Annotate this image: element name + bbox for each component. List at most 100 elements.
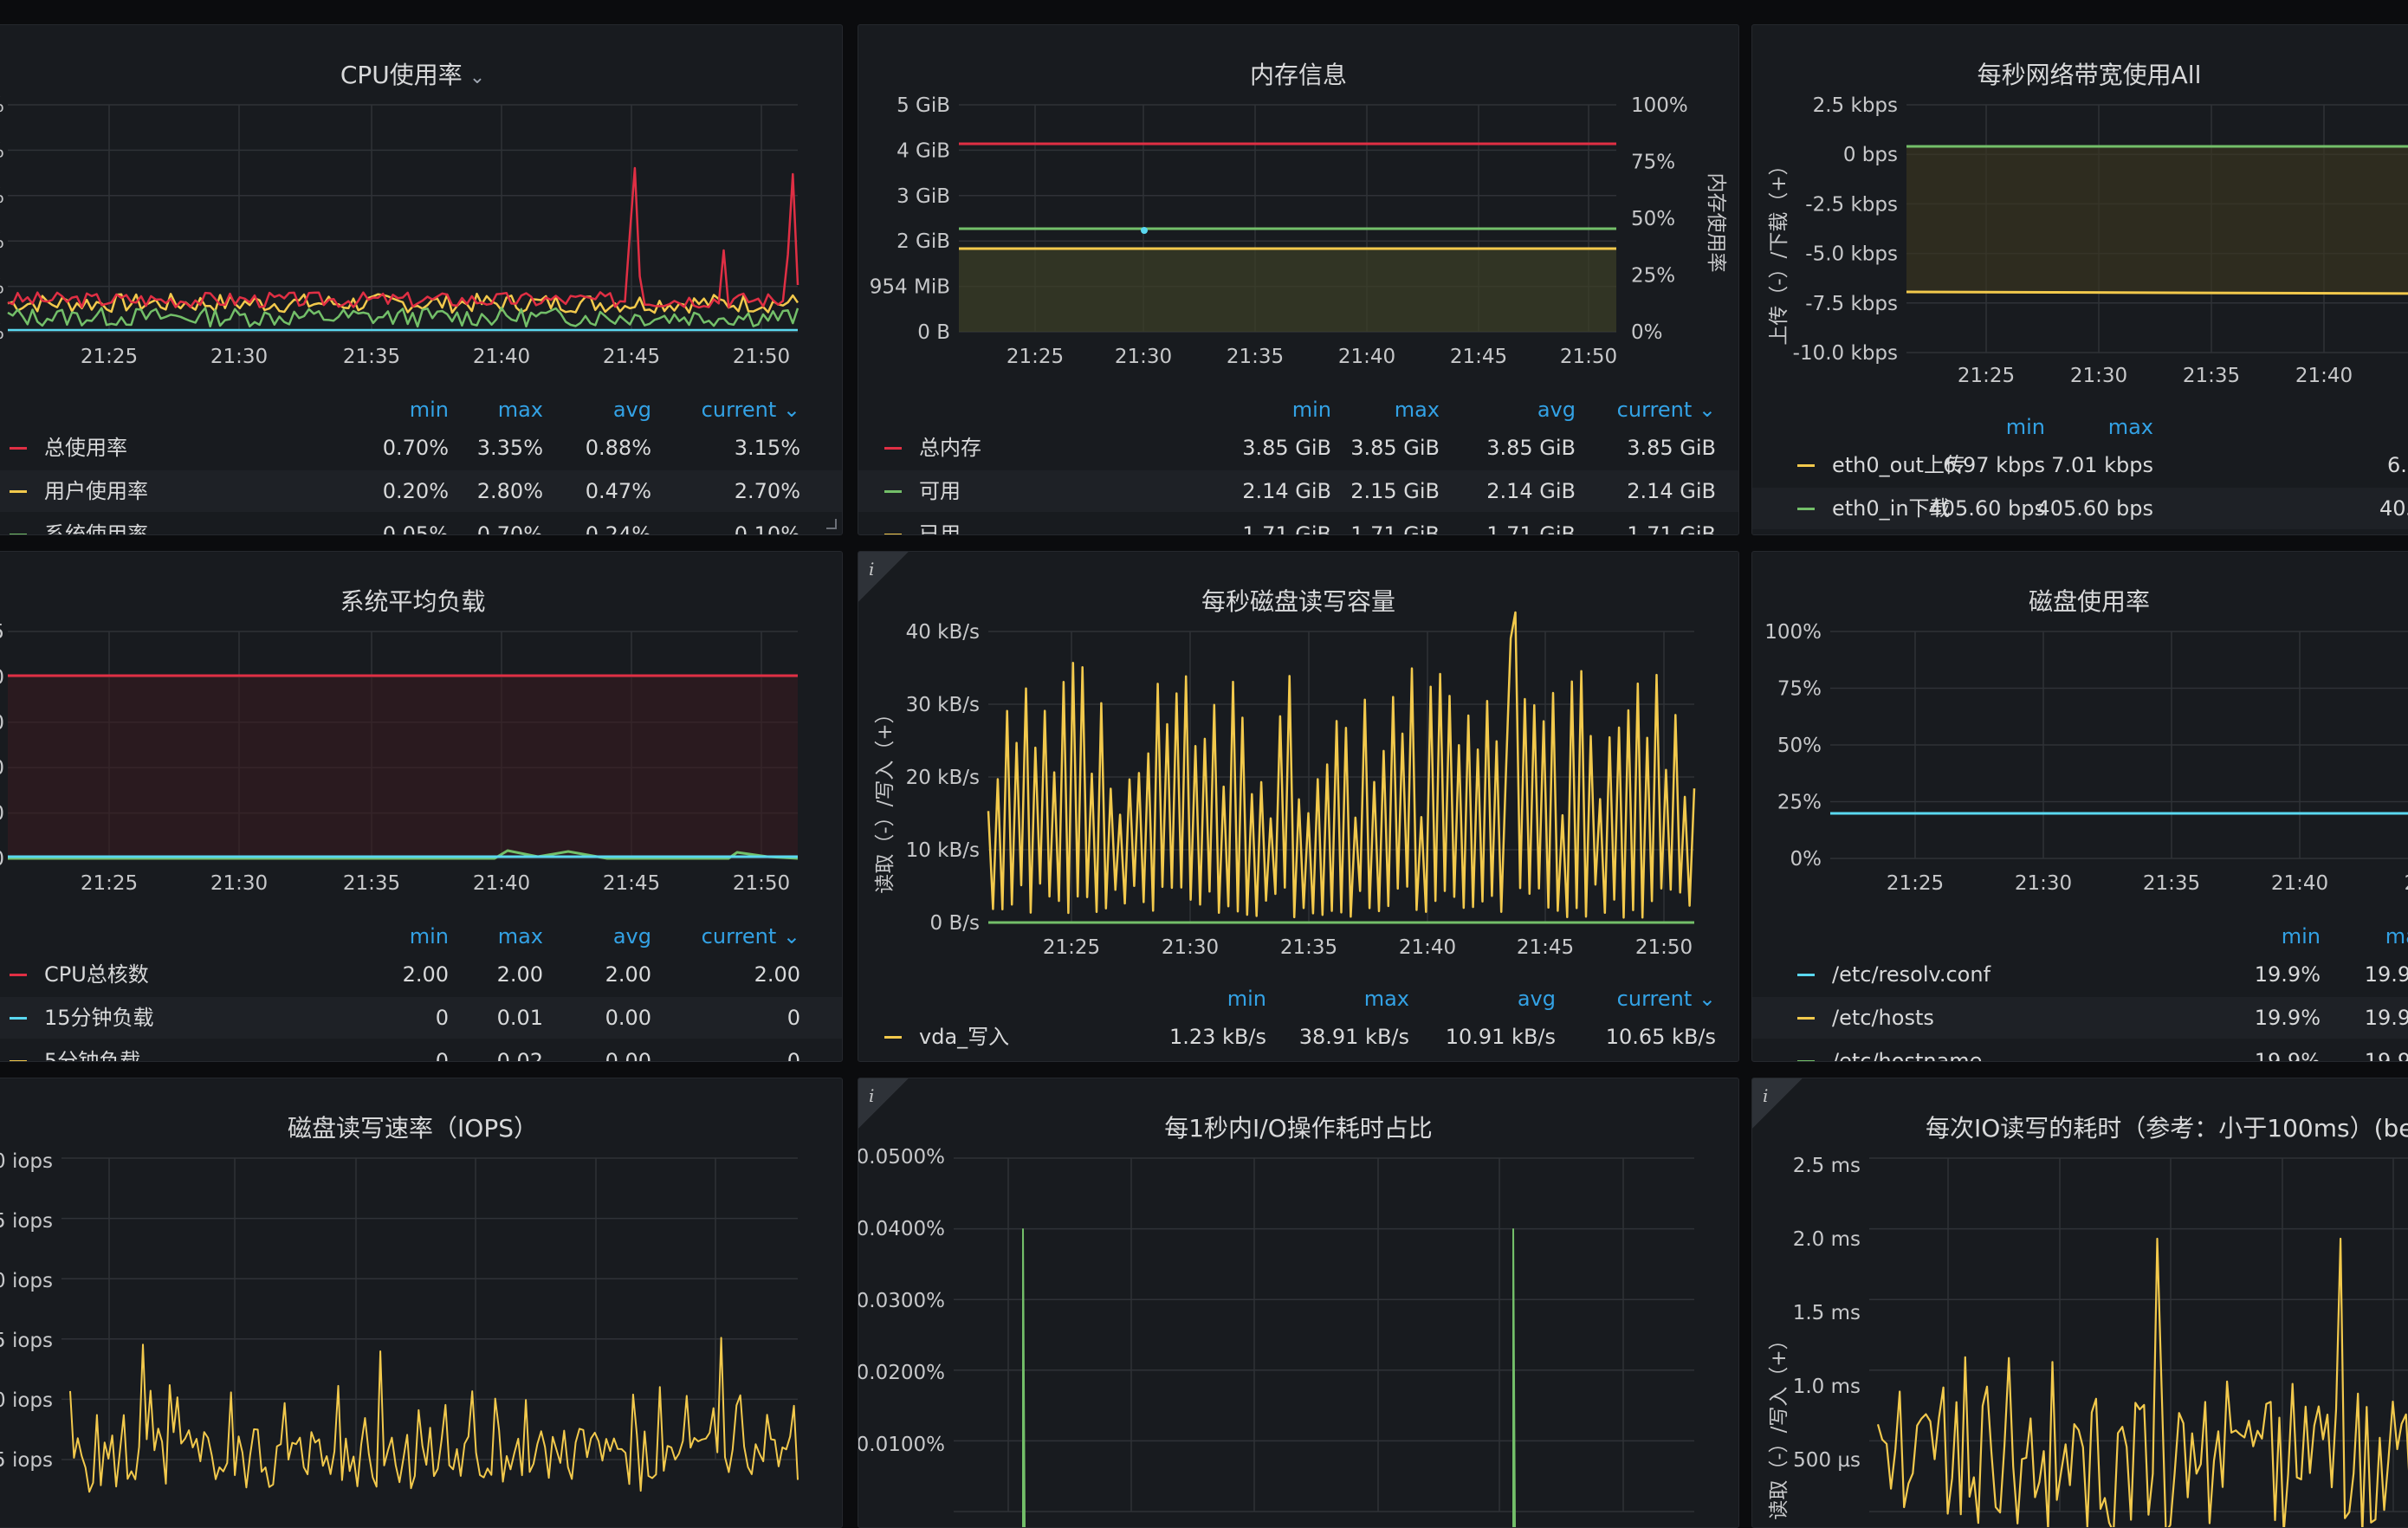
y2-tick-label: 100% xyxy=(1631,94,1688,117)
panel-io-time[interactable]: i 每1秒内I/O操作耗时占比 0.0100% 0.0200% 0.0300% 0.0… xyxy=(858,1078,1739,1528)
y-tick-label: 40 kB/s xyxy=(906,621,980,644)
legend-header-avg[interactable]: avg xyxy=(1537,389,1576,431)
panel-iops[interactable]: 磁盘读写速率（IOPS） 0.5 iops1.0 iops1.5 iops2.0… xyxy=(0,1078,843,1528)
x-tick-label: 21:35 xyxy=(1227,346,1284,368)
series-name[interactable]: vda_写入 xyxy=(919,1016,1009,1058)
legend-row[interactable]: vda_写入 1.23 kB/s 38.91 kB/s 10.91 kB/s 10.65… xyxy=(858,1016,1738,1058)
legend-row[interactable]: 总使用率 0.70% 3.35% 0.88% 3.15% xyxy=(0,427,842,469)
legend-header-current[interactable]: current ⌄ xyxy=(1617,389,1716,431)
series-name[interactable]: /etc/hosts xyxy=(1832,997,1934,1039)
legend-row[interactable]: /etc/hostname 19.9% 19.9% xyxy=(1752,1040,2408,1061)
y2-tick-label: 50% xyxy=(1631,208,1675,230)
series-swatch xyxy=(1797,464,1815,467)
panel-load-average[interactable]: 系统平均负载 00000521:2521:3021:3521:4021:4521… xyxy=(0,551,843,1062)
legend-header: min max avg current ⌄ xyxy=(0,389,842,431)
legend-row[interactable]: 5分钟负载 0 0.02 0.00 0 xyxy=(0,1040,842,1062)
legend-row[interactable]: /etc/hosts 19.9% 19.9% xyxy=(1752,997,2408,1039)
series-name[interactable]: 系统使用率 xyxy=(44,514,148,534)
legend-header-avg[interactable]: avg xyxy=(613,389,651,431)
panel-network[interactable]: 每秒网络带宽使用All -10.0 kbps -7.5 kbps -5.0 kbps… xyxy=(1751,24,2408,535)
legend-row[interactable]: 总内存 3.85 GiB 3.85 GiB 3.85 GiB 3.85 GiB xyxy=(858,427,1738,469)
legend-header-min[interactable]: min xyxy=(410,389,449,431)
panel-io-latency[interactable]: i 每次IO读写的耗时（参考：小于100ms）(bet 500 µs 1.0 ms… xyxy=(1751,1078,2408,1528)
x-tick-label: 21:50 xyxy=(1635,936,1693,959)
series-avg: 2.00 xyxy=(605,962,651,987)
legend-row[interactable]: /etc/resolv.conf 19.9% 19.9% xyxy=(1752,954,2408,995)
panel-disk-bytes[interactable]: i 每秒磁盘读写容量 0 B/s 10 kB/s 20 kB/s 30 kB/s 40 … xyxy=(858,551,1739,1062)
series-min: 6.97 kbps xyxy=(1943,453,2045,477)
legend-header-current[interactable]: current ⌄ xyxy=(702,389,800,431)
legend-row[interactable]: 系统使用率 0.05% 0.70% 0.24% 0.10% xyxy=(0,514,842,535)
legend-header-min[interactable]: min xyxy=(2282,916,2321,957)
legend-header-min[interactable]: min xyxy=(2006,406,2045,448)
series-avg: 405.60 xyxy=(2379,496,2408,521)
legend-row[interactable]: 可用 2.14 GiB 2.15 GiB 2.14 GiB 2.14 GiB xyxy=(858,470,1738,512)
y-tick-label: 0.0100% xyxy=(858,1434,945,1456)
legend-header: min max avg current ⌄ xyxy=(858,389,1738,431)
legend-header-current[interactable]: current ⌄ xyxy=(702,916,800,957)
series-swatch xyxy=(884,1036,902,1039)
series-current: 2.70% xyxy=(734,479,800,503)
legend-row[interactable]: 15分钟负载 0 0.01 0.00 0 xyxy=(0,997,842,1039)
legend-header-max[interactable]: max xyxy=(2108,406,2153,448)
series-name[interactable]: CPU总核数 xyxy=(44,954,149,995)
legend-row[interactable]: CPU总核数 2.00 2.00 2.00 2.00 xyxy=(0,954,842,995)
legend-row[interactable]: eth0_out上传6.97 kbps7.01 kbps6.99 k xyxy=(1752,444,2408,486)
series-name[interactable]: 15分钟负载 xyxy=(44,997,154,1039)
series-min: 0.05% xyxy=(382,522,449,535)
x-tick-label: 21:30 xyxy=(210,872,268,895)
legend-row[interactable]: 已用 1.71 GiB 1.71 GiB 1.71 GiB 1.71 GiB xyxy=(858,514,1738,534)
series-min: 19.9% xyxy=(2254,1006,2321,1030)
series-name[interactable]: 5分钟负载 xyxy=(44,1040,140,1061)
legend-row[interactable]: eth0_in下载405.60 bps405.60 bps405.60 xyxy=(1752,488,2408,529)
series-min: 0 xyxy=(435,1049,449,1062)
legend-header-min[interactable]: min xyxy=(1292,389,1331,431)
legend-header-max[interactable]: max xyxy=(498,389,543,431)
series-name[interactable]: /etc/hostname xyxy=(1832,1040,1982,1061)
series-swatch xyxy=(10,1060,27,1061)
series-name[interactable]: 用户使用率 xyxy=(44,470,148,512)
y-tick-label: % xyxy=(0,185,4,208)
series-line-latency xyxy=(1876,1237,2408,1527)
y-tick-label: -10.0 kbps xyxy=(1793,342,1898,365)
series-name[interactable]: 可用 xyxy=(919,470,961,512)
y-tick-label: 500 µs xyxy=(1793,1449,1861,1472)
legend-header-avg[interactable]: avg xyxy=(1518,978,1556,1020)
series-name[interactable]: 已用 xyxy=(919,514,961,534)
y-tick-label: 2.5 kbps xyxy=(1813,94,1898,117)
panel-cpu-usage[interactable]: CPU使用率⌄ %%%%%%21:2521:3021:3521:4021:452… xyxy=(0,24,843,535)
series-name[interactable]: 总使用率 xyxy=(44,427,127,469)
series-max: 38.91 kB/s xyxy=(1298,1025,1409,1049)
io-latency-chart[interactable]: 500 µs 1.0 ms 1.5 ms 2.0 ms 2.5 ms 读取（-）/写入（+… xyxy=(1752,1078,2408,1528)
panel-memory[interactable]: 内存信息 0 B 954 MiB 2 GiB 3 GiB 4 GiB 5 GiB 0% 25%… xyxy=(858,24,1739,535)
legend-header: min max xyxy=(1752,916,2408,957)
legend-header-current[interactable]: current ⌄ xyxy=(1617,978,1716,1020)
legend-header-max[interactable]: max xyxy=(498,916,543,957)
x-tick-label: 21:40 xyxy=(2271,872,2328,895)
legend-header-avg[interactable]: avg xyxy=(613,916,651,957)
series-name[interactable]: 总内存 xyxy=(919,427,981,469)
legend-header-max[interactable]: max xyxy=(1364,978,1409,1020)
legend-header-min[interactable]: min xyxy=(1227,978,1266,1020)
x-tick-label: 21:50 xyxy=(733,346,790,368)
y-tick-label: 5 GiB xyxy=(897,94,950,117)
io-time-chart[interactable]: 0.0100% 0.0200% 0.0300% 0.0400% 0.0500% xyxy=(858,1078,1739,1528)
x-tick-label: 21:35 xyxy=(2183,365,2240,387)
x-tick-label: 21:50 xyxy=(733,872,790,895)
legend-header-max[interactable]: max xyxy=(1395,389,1440,431)
resize-handle[interactable] xyxy=(826,519,837,529)
y-tick-label: 0.5 iops xyxy=(0,1449,53,1472)
series-max: 19.9% xyxy=(2364,1006,2408,1030)
series-name[interactable]: /etc/resolv.conf xyxy=(1832,954,1990,995)
legend-row[interactable]: 用户使用率 0.20% 2.80% 0.47% 2.70% xyxy=(0,470,842,512)
x-tick-label: 21:30 xyxy=(1115,346,1172,368)
iops-chart[interactable]: 0.5 iops 1.0 iops 1.5 iops 2.0 iops 2.5 iops… xyxy=(0,1078,843,1528)
legend-header-min[interactable]: min xyxy=(410,916,449,957)
y-tick-label: -7.5 kbps xyxy=(1805,293,1898,315)
y-tick-label: 1.0 iops xyxy=(0,1389,53,1412)
panel-disk-usage[interactable]: 磁盘使用率 0% 25% 50% 75% 100% 21:25 21:30 21:35 21:4… xyxy=(1751,551,2408,1062)
series-swatch xyxy=(1797,1060,1815,1061)
legend-header: min max avg current ⌄ xyxy=(0,916,842,957)
legend-header-max[interactable]: max xyxy=(2385,916,2408,957)
y-axis-label: 读取（-）/写入（+） xyxy=(1768,1330,1790,1519)
